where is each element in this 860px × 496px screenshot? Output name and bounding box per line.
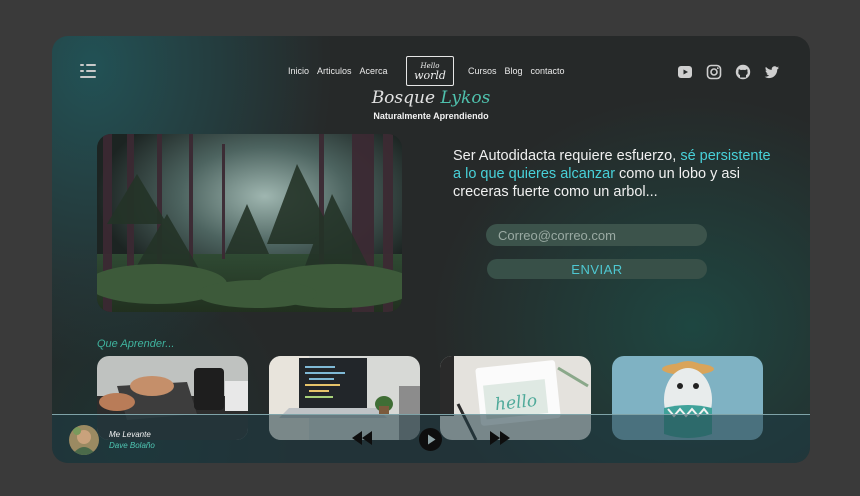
nav-left: Inicio Articulos Acerca [288,66,388,76]
site-logo[interactable]: Hello world [406,56,454,86]
send-button[interactable]: ENVIAR [487,259,707,279]
page-subtitle: Naturalmente Aprendiendo [373,111,489,121]
play-icon[interactable] [419,428,442,451]
youtube-icon[interactable] [677,64,693,80]
album-art-avatar [69,425,99,455]
page-title-part1: Bosque [371,88,436,108]
music-player-bar: Me Levante Dave Bolaño [52,414,810,463]
email-input[interactable] [486,224,707,246]
nav-link-inicio[interactable]: Inicio [288,66,309,76]
nav-link-articulos[interactable]: Articulos [317,66,352,76]
fast-forward-icon[interactable] [490,431,510,445]
nav-link-blog[interactable]: Blog [505,66,523,76]
logo-line2: world [414,68,446,82]
nav-link-cursos[interactable]: Cursos [468,66,497,76]
song-title: Me Levante [109,430,151,439]
song-artist: Dave Bolaño [109,441,155,450]
nav-right: Cursos Blog contacto [468,66,565,76]
rewind-icon[interactable] [352,431,372,445]
section-title: Que Aprender... [97,338,175,350]
page-title: Bosque Lykos [52,88,810,108]
instagram-icon[interactable] [706,64,722,80]
github-icon[interactable] [735,64,751,80]
nav-link-acerca[interactable]: Acerca [360,66,388,76]
page-title-part2: Lykos [440,88,491,108]
hamburger-menu-icon[interactable] [80,64,96,78]
hero-quote: Ser Autodidacta requiere esfuerzo, sé pe… [453,147,773,201]
nav-link-contacto[interactable]: contacto [531,66,565,76]
quote-start: Ser Autodidacta requiere esfuerzo, [453,148,681,164]
app-frame: Inicio Articulos Acerca Hello world Curs… [52,36,810,463]
forest-hero-image [97,134,402,312]
twitter-icon[interactable] [764,64,780,80]
